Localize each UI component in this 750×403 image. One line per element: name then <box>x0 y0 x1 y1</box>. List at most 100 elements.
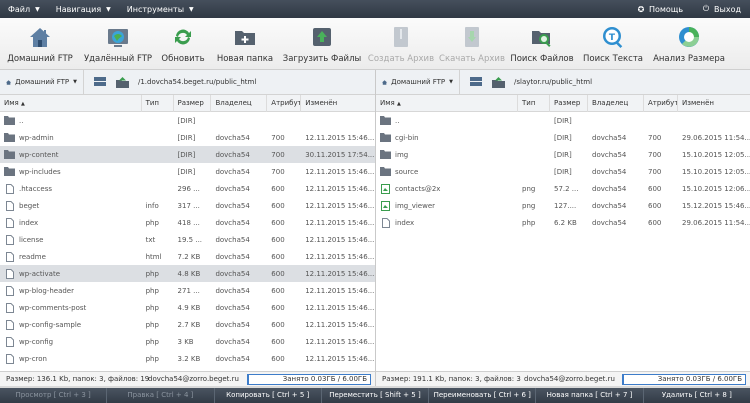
file-modified: 15.12.2015 15:46... <box>682 201 750 210</box>
table-row[interactable]: img_viewer png 127.... dovcha54 600 15.1… <box>376 197 750 214</box>
file-attrs: 700 <box>271 133 285 142</box>
table-row[interactable]: wp-comments-post php 4.9 KB dovcha54 600… <box>0 299 375 316</box>
table-row[interactable]: cgi-bin [DIR] dovcha54 700 29.06.2015 11… <box>376 129 750 146</box>
table-row[interactable]: index php 6.2 KB dovcha54 600 29.06.2015… <box>376 214 750 231</box>
table-row[interactable]: wp-admin [DIR] dovcha54 700 12.11.2015 1… <box>0 129 375 146</box>
file-modified: 12.11.2015 15:46... <box>305 252 375 261</box>
file-attrs: 600 <box>271 252 285 261</box>
file-size: 2.7 KB <box>177 320 201 329</box>
column-name[interactable]: Имя ▲ <box>0 94 142 112</box>
menu-navigation[interactable]: Навигация ▼ <box>48 0 119 18</box>
column-owner[interactable]: Владелец <box>588 94 644 112</box>
file-icon <box>4 319 15 330</box>
text-search-button[interactable]: T Поиск Текста <box>578 18 648 70</box>
menu-tools[interactable]: Инструменты ▼ <box>119 0 202 18</box>
file-attrs: 600 <box>271 337 285 346</box>
table-row[interactable]: .. [DIR] <box>0 112 375 129</box>
power-icon: ⏻ <box>702 4 710 13</box>
delete-button[interactable]: Удалить [ Ctrl + 8 ] <box>644 388 750 403</box>
logout-button[interactable]: ⏻ Выход <box>692 0 750 18</box>
refresh-button[interactable]: Обновить <box>156 18 210 70</box>
home-ftp-button[interactable]: Домашний FTP <box>0 18 80 70</box>
file-type: php <box>522 218 536 227</box>
remote-ftp-icon <box>108 29 128 47</box>
table-row[interactable]: img [DIR] dovcha54 700 15.10.2015 12:05.… <box>376 146 750 163</box>
table-row[interactable]: license txt 19.5 ... dovcha54 600 12.11.… <box>0 231 375 248</box>
refresh-icon <box>175 29 191 45</box>
table-row[interactable]: index php 418 ... dovcha54 600 12.11.201… <box>0 214 375 231</box>
table-row[interactable]: wp-config php 3 KB dovcha54 600 12.11.20… <box>0 333 375 350</box>
left-server-button[interactable] <box>92 76 107 88</box>
help-button[interactable]: ✪ Помощь <box>627 0 692 18</box>
toolbar-label: Анализ Размера <box>653 54 725 64</box>
column-owner[interactable]: Владелец <box>211 94 268 112</box>
table-row[interactable]: source [DIR] dovcha54 700 15.10.2015 12:… <box>376 163 750 180</box>
file-size: 271 ... <box>177 286 200 295</box>
rename-button[interactable]: Переименовать [ Ctrl + 6 ] <box>429 388 537 403</box>
copy-button[interactable]: Копировать [ Ctrl + 5 ] <box>215 388 322 403</box>
column-type[interactable]: Тип <box>142 94 174 112</box>
file-owner: dovcha54 <box>215 354 250 363</box>
create-archive-button[interactable]: Создать Архив <box>364 18 438 70</box>
file-name: .. <box>19 116 24 125</box>
column-modified[interactable]: Изменён <box>301 95 375 112</box>
table-row[interactable]: wp-cron php 3.2 KB dovcha54 600 12.11.20… <box>0 350 375 367</box>
file-size: 296 ... <box>177 184 200 193</box>
table-row[interactable]: .htaccess 296 ... dovcha54 600 12.11.201… <box>0 180 375 197</box>
file-icon <box>4 234 15 245</box>
table-row[interactable]: wp-content [DIR] dovcha54 700 30.11.2015… <box>0 146 375 163</box>
table-row[interactable]: wp-activate php 4.8 KB dovcha54 600 12.1… <box>0 265 375 282</box>
left-status-email: dovcha54@zorro.beget.ru <box>148 375 239 383</box>
file-size: [DIR] <box>177 116 196 125</box>
column-modified[interactable]: Изменён <box>678 95 750 112</box>
table-row[interactable]: contacts@2x png 57.2 ... dovcha54 600 15… <box>376 180 750 197</box>
table-row[interactable]: .. [DIR] <box>376 112 750 129</box>
column-name[interactable]: Имя ▲ <box>376 94 518 112</box>
column-attrs[interactable]: Атрибуты <box>644 94 678 112</box>
download-archive-button[interactable]: Скачать Архив <box>438 18 506 70</box>
table-row[interactable]: readme html 7.2 KB dovcha54 600 12.11.20… <box>0 248 375 265</box>
upload-files-button[interactable]: Загрузить Файлы <box>280 18 364 70</box>
file-modified: 12.11.2015 15:46... <box>305 201 375 210</box>
left-home-dropdown[interactable]: Домашний FTP ▼ <box>0 70 84 95</box>
edit-button[interactable]: Правка [ Ctrl + 4 ] <box>107 388 215 403</box>
column-attrs[interactable]: Атрибуты <box>267 94 302 112</box>
file-type: png <box>522 184 536 193</box>
table-row[interactable]: beget info 317 ... dovcha54 600 12.11.20… <box>0 197 375 214</box>
file-name: wp-admin <box>19 133 54 142</box>
file-attrs: 600 <box>271 354 285 363</box>
file-modified: 15.10.2015 12:05... <box>682 150 750 159</box>
file-owner: dovcha54 <box>592 133 627 142</box>
column-size[interactable]: Размер <box>174 94 212 112</box>
file-modified: 12.11.2015 15:46... <box>305 269 375 278</box>
file-icon <box>380 217 391 228</box>
file-owner: dovcha54 <box>215 201 250 210</box>
right-home-dropdown[interactable]: Домашний FTP ▼ <box>376 70 460 95</box>
left-up-button[interactable] <box>115 76 130 88</box>
new-folder-button[interactable]: Новая папка <box>210 18 280 70</box>
file-size: [DIR] <box>554 150 572 159</box>
table-row[interactable]: wp-blog-header php 271 ... dovcha54 600 … <box>0 282 375 299</box>
table-row[interactable]: wp-includes [DIR] dovcha54 700 12.11.201… <box>0 163 375 180</box>
folder-icon <box>4 167 15 177</box>
file-icon <box>4 200 15 211</box>
table-row[interactable]: wp-config-sample php 2.7 KB dovcha54 600… <box>0 316 375 333</box>
size-analysis-button[interactable]: Анализ Размера <box>648 18 730 70</box>
new-folder-key-button[interactable]: Новая папка [ Ctrl + 7 ] <box>536 388 644 403</box>
file-attrs: 600 <box>271 184 285 193</box>
file-type: php <box>145 354 159 363</box>
file-attrs: 600 <box>271 286 285 295</box>
right-server-button[interactable] <box>468 76 483 88</box>
remote-ftp-button[interactable]: Удалённый FTP <box>80 18 156 70</box>
file-name: wp-activate <box>19 269 61 278</box>
file-owner: dovcha54 <box>215 235 250 244</box>
chevron-down-icon: ▼ <box>449 79 453 85</box>
view-button[interactable]: Просмотр [ Ctrl + 3 ] <box>0 388 108 403</box>
menu-file[interactable]: Файл ▼ <box>0 0 48 18</box>
column-size[interactable]: Размер <box>550 94 588 112</box>
column-type[interactable]: Тип <box>518 94 550 112</box>
right-up-button[interactable] <box>491 76 506 88</box>
file-search-button[interactable]: Поиск Файлов <box>506 18 578 70</box>
move-button[interactable]: Переместить [ Shift + 5 ] <box>322 388 430 403</box>
server-icon <box>469 77 482 86</box>
